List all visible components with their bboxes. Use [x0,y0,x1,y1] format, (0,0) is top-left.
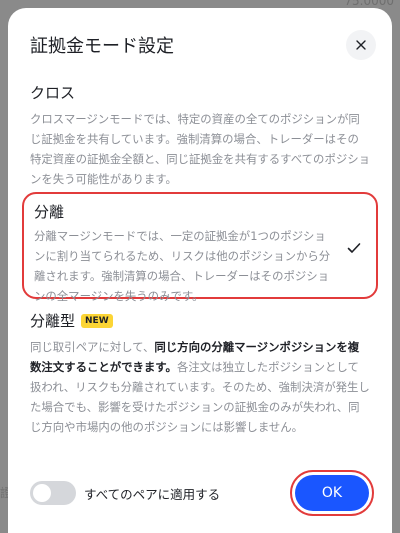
toggle-knob [33,484,51,502]
checkmark-icon [347,243,361,253]
option-split-title-row: 分離型 NEW [30,311,370,331]
option-isolated-description: 分離マージンモードでは、一定の証拠金が1つのポジションに割り当てられるため、リス… [34,229,331,303]
dialog-title: 証拠金モード設定 [30,36,174,57]
option-split-desc-part1: 同じ取引ペアに対して、 [30,340,155,354]
option-split[interactable]: 分離型 NEW 同じ取引ペアに対して、同じ方向の分離マージンポジションを複数注文… [22,311,378,437]
close-icon [356,40,366,50]
apply-all-pairs-label: すべてのペアに適用する [84,487,221,502]
option-split-description: 同じ取引ペアに対して、同じ方向の分離マージンポジションを複数注文することができま… [30,337,370,437]
option-cross-title: クロス [30,84,76,102]
option-isolated-title: 分離 [34,203,65,221]
ok-button-highlight: OK [290,470,374,516]
dialog-header: 証拠金モード設定 [30,30,376,60]
option-cross[interactable]: クロス クロスマージンモードでは、特定の資産の全てのポジションが同じ証拠金を共有… [22,83,378,189]
option-split-title: 分離型 [30,312,76,330]
close-button[interactable] [346,30,376,60]
dialog-footer: すべてのペアに適用する OK [30,470,374,516]
ok-button[interactable]: OK [295,475,369,511]
option-cross-description: クロスマージンモードでは、特定の資産の全てのポジションが同じ証拠金を共有していま… [30,112,371,186]
apply-all-pairs-toggle[interactable] [30,481,76,505]
backdrop-top-text: 75.0000 [344,0,394,8]
new-badge: NEW [81,314,113,328]
option-isolated[interactable]: 分離 分離マージンモードでは、一定の証拠金が1つのポジションに割り当てられるため… [22,192,378,303]
margin-mode-dialog: 証拠金モード設定 クロス クロスマージンモードでは、特定の資産の全てのポジション… [8,8,392,533]
